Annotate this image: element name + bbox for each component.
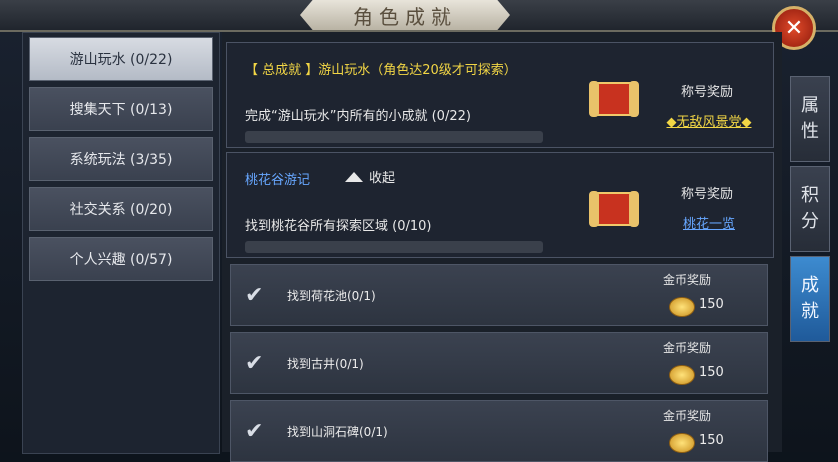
sidebar-item-scenery[interactable]: 游山玩水 (0/22) xyxy=(29,37,213,81)
achievement-window: 角色成就 ✕ 游山玩水 (0/22) 搜集天下 (0/13) 系统玩法 (3/3… xyxy=(0,0,838,462)
category-sidebar: 游山玩水 (0/22) 搜集天下 (0/13) 系统玩法 (3/35) 社交关系… xyxy=(22,32,220,454)
summary-achievement-card: 【 总成就 】游山玩水（角色达20级才可探索） 完成“游山玩水”内所有的小成就 … xyxy=(226,42,774,148)
title-reward-link[interactable]: 桃花一览 xyxy=(647,213,771,232)
checkmark-icon: ✔ xyxy=(245,351,264,376)
sidebar-item-collect[interactable]: 搜集天下 (0/13) xyxy=(29,87,213,131)
title-plate: 角色成就 xyxy=(300,0,510,30)
sidebar-item-label: 社交关系 (0/20) xyxy=(69,202,173,218)
item-label: 找到山洞石碑(0/1) xyxy=(287,425,388,439)
progress-bar xyxy=(245,241,543,253)
reward-label: 金币奖励 xyxy=(663,341,712,355)
tab-label-char: 属 xyxy=(801,95,819,116)
list-item[interactable]: ✔ 找到荷花池(0/1) 金币奖励 150 xyxy=(230,264,768,326)
tab-attributes[interactable]: 属 性 xyxy=(790,76,830,162)
reward-amount: 150 xyxy=(699,297,724,312)
chevron-up-icon xyxy=(345,171,363,182)
tab-label-char: 分 xyxy=(801,211,819,232)
summary-description: 完成“游山玩水”内所有的小成就 (0/22) xyxy=(245,109,471,124)
sidebar-item-label: 个人兴趣 (0/57) xyxy=(69,252,173,268)
reward-label: 称号奖励 xyxy=(680,187,733,202)
tab-label-char: 就 xyxy=(801,301,819,322)
gold-coin-icon xyxy=(669,365,695,385)
achievement-list: 【 总成就 】游山玩水（角色达20级才可探索） 完成“游山玩水”内所有的小成就 … xyxy=(222,32,782,462)
checkmark-icon: ✔ xyxy=(245,283,264,308)
group-achievement-card: 桃花谷游记 收起 找到桃花谷所有探索区域 (0/10) 称号奖励 桃花一览 xyxy=(226,152,774,258)
reward-label: 金币奖励 xyxy=(663,273,712,287)
group-name: 桃花谷游记 xyxy=(245,173,311,188)
scroll-reward-icon xyxy=(589,81,639,117)
reward-amount: 150 xyxy=(699,433,724,448)
reward-label: 称号奖励 xyxy=(680,85,733,100)
list-item[interactable]: ✔ 找到山洞石碑(0/1) 金币奖励 150 xyxy=(230,400,768,462)
sidebar-item-interests[interactable]: 个人兴趣 (0/57) xyxy=(29,237,213,281)
collapse-label: 收起 xyxy=(369,171,396,186)
gold-coin-icon xyxy=(669,433,695,453)
tab-label-char: 性 xyxy=(801,121,819,142)
window-title: 角色成就 xyxy=(353,4,457,29)
reward-label: 金币奖励 xyxy=(663,409,712,423)
tab-label-char: 积 xyxy=(801,185,819,206)
item-label: 找到荷花池(0/1) xyxy=(287,289,376,303)
sidebar-item-social[interactable]: 社交关系 (0/20) xyxy=(29,187,213,231)
tab-points[interactable]: 积 分 xyxy=(790,166,830,252)
progress-bar xyxy=(245,131,543,143)
sidebar-item-label: 系统玩法 (3/35) xyxy=(69,152,173,168)
title-reward-link[interactable]: ◆无敌风景党◆ xyxy=(647,111,771,130)
summary-header: 【 总成就 】游山玩水（角色达20级才可探索） xyxy=(245,63,517,78)
tab-label-char: 成 xyxy=(801,275,819,296)
tab-achievements[interactable]: 成 就 xyxy=(790,256,830,342)
list-item[interactable]: ✔ 找到古井(0/1) 金币奖励 150 xyxy=(230,332,768,394)
reward-amount: 150 xyxy=(699,365,724,380)
checkmark-icon: ✔ xyxy=(245,419,264,444)
scroll-reward-icon xyxy=(589,191,639,227)
item-label: 找到古井(0/1) xyxy=(287,357,364,371)
sidebar-item-systems[interactable]: 系统玩法 (3/35) xyxy=(29,137,213,181)
gold-coin-icon xyxy=(669,297,695,317)
sidebar-item-label: 搜集天下 (0/13) xyxy=(69,102,173,118)
close-icon: ✕ xyxy=(784,15,804,41)
collapse-button[interactable]: 收起 xyxy=(345,167,395,186)
group-description: 找到桃花谷所有探索区域 (0/10) xyxy=(245,219,432,234)
sidebar-item-label: 游山玩水 (0/22) xyxy=(69,52,173,68)
